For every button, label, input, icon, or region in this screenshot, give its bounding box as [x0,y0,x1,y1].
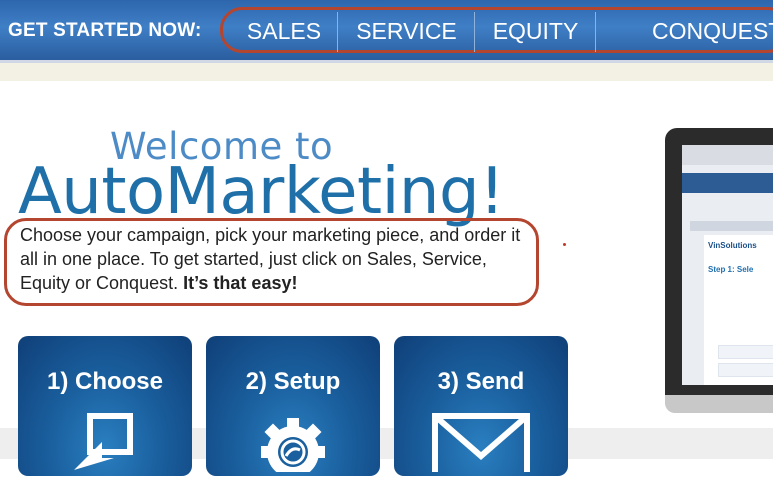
step-card-setup[interactable]: 2) Setup [206,336,380,477]
screen-brand: VinSolutions [708,241,757,250]
step-card-label: 1) Choose [46,368,163,395]
step-card-label: 2) Setup [245,368,341,395]
decorative-dot [563,243,566,246]
nav-item-service[interactable]: SERVICE [340,11,473,51]
nav-divider [595,12,596,52]
intro-emphasis: It’s that easy! [183,273,298,293]
monitor-base [665,395,773,413]
nav-item-equity[interactable]: EQUITY [477,11,594,51]
envelope-icon [431,412,531,477]
screen-step-title: Step 1: Sele [708,265,754,274]
nav-divider [474,12,475,52]
step-card-label: 3) Send [437,368,525,395]
cursor-select-icon [70,412,140,477]
screen-row [718,345,773,359]
screen-row [718,363,773,377]
nav-divider [337,12,338,52]
screen-tabs [690,221,773,231]
screen-header [682,173,773,193]
nav-item-conquest[interactable]: CONQUEST [600,11,773,51]
screen-browser-bar [682,145,773,165]
screen-panel: VinSolutions Step 1: Sele [704,235,773,385]
nav-item-sales[interactable]: SALES [232,11,336,51]
step-card-send[interactable]: 3) Send [394,336,568,477]
nav-title: GET STARTED NOW: [8,20,202,41]
intro-paragraph: Choose your campaign, pick your marketin… [20,223,530,295]
gear-icon [255,412,331,477]
step-card-choose[interactable]: 1) Choose [18,336,192,476]
top-nav-bar: GET STARTED NOW: SALES SERVICE EQUITY CO… [0,0,773,63]
sub-header-strip [0,63,773,81]
monitor-screen: VinSolutions Step 1: Sele [682,145,773,385]
